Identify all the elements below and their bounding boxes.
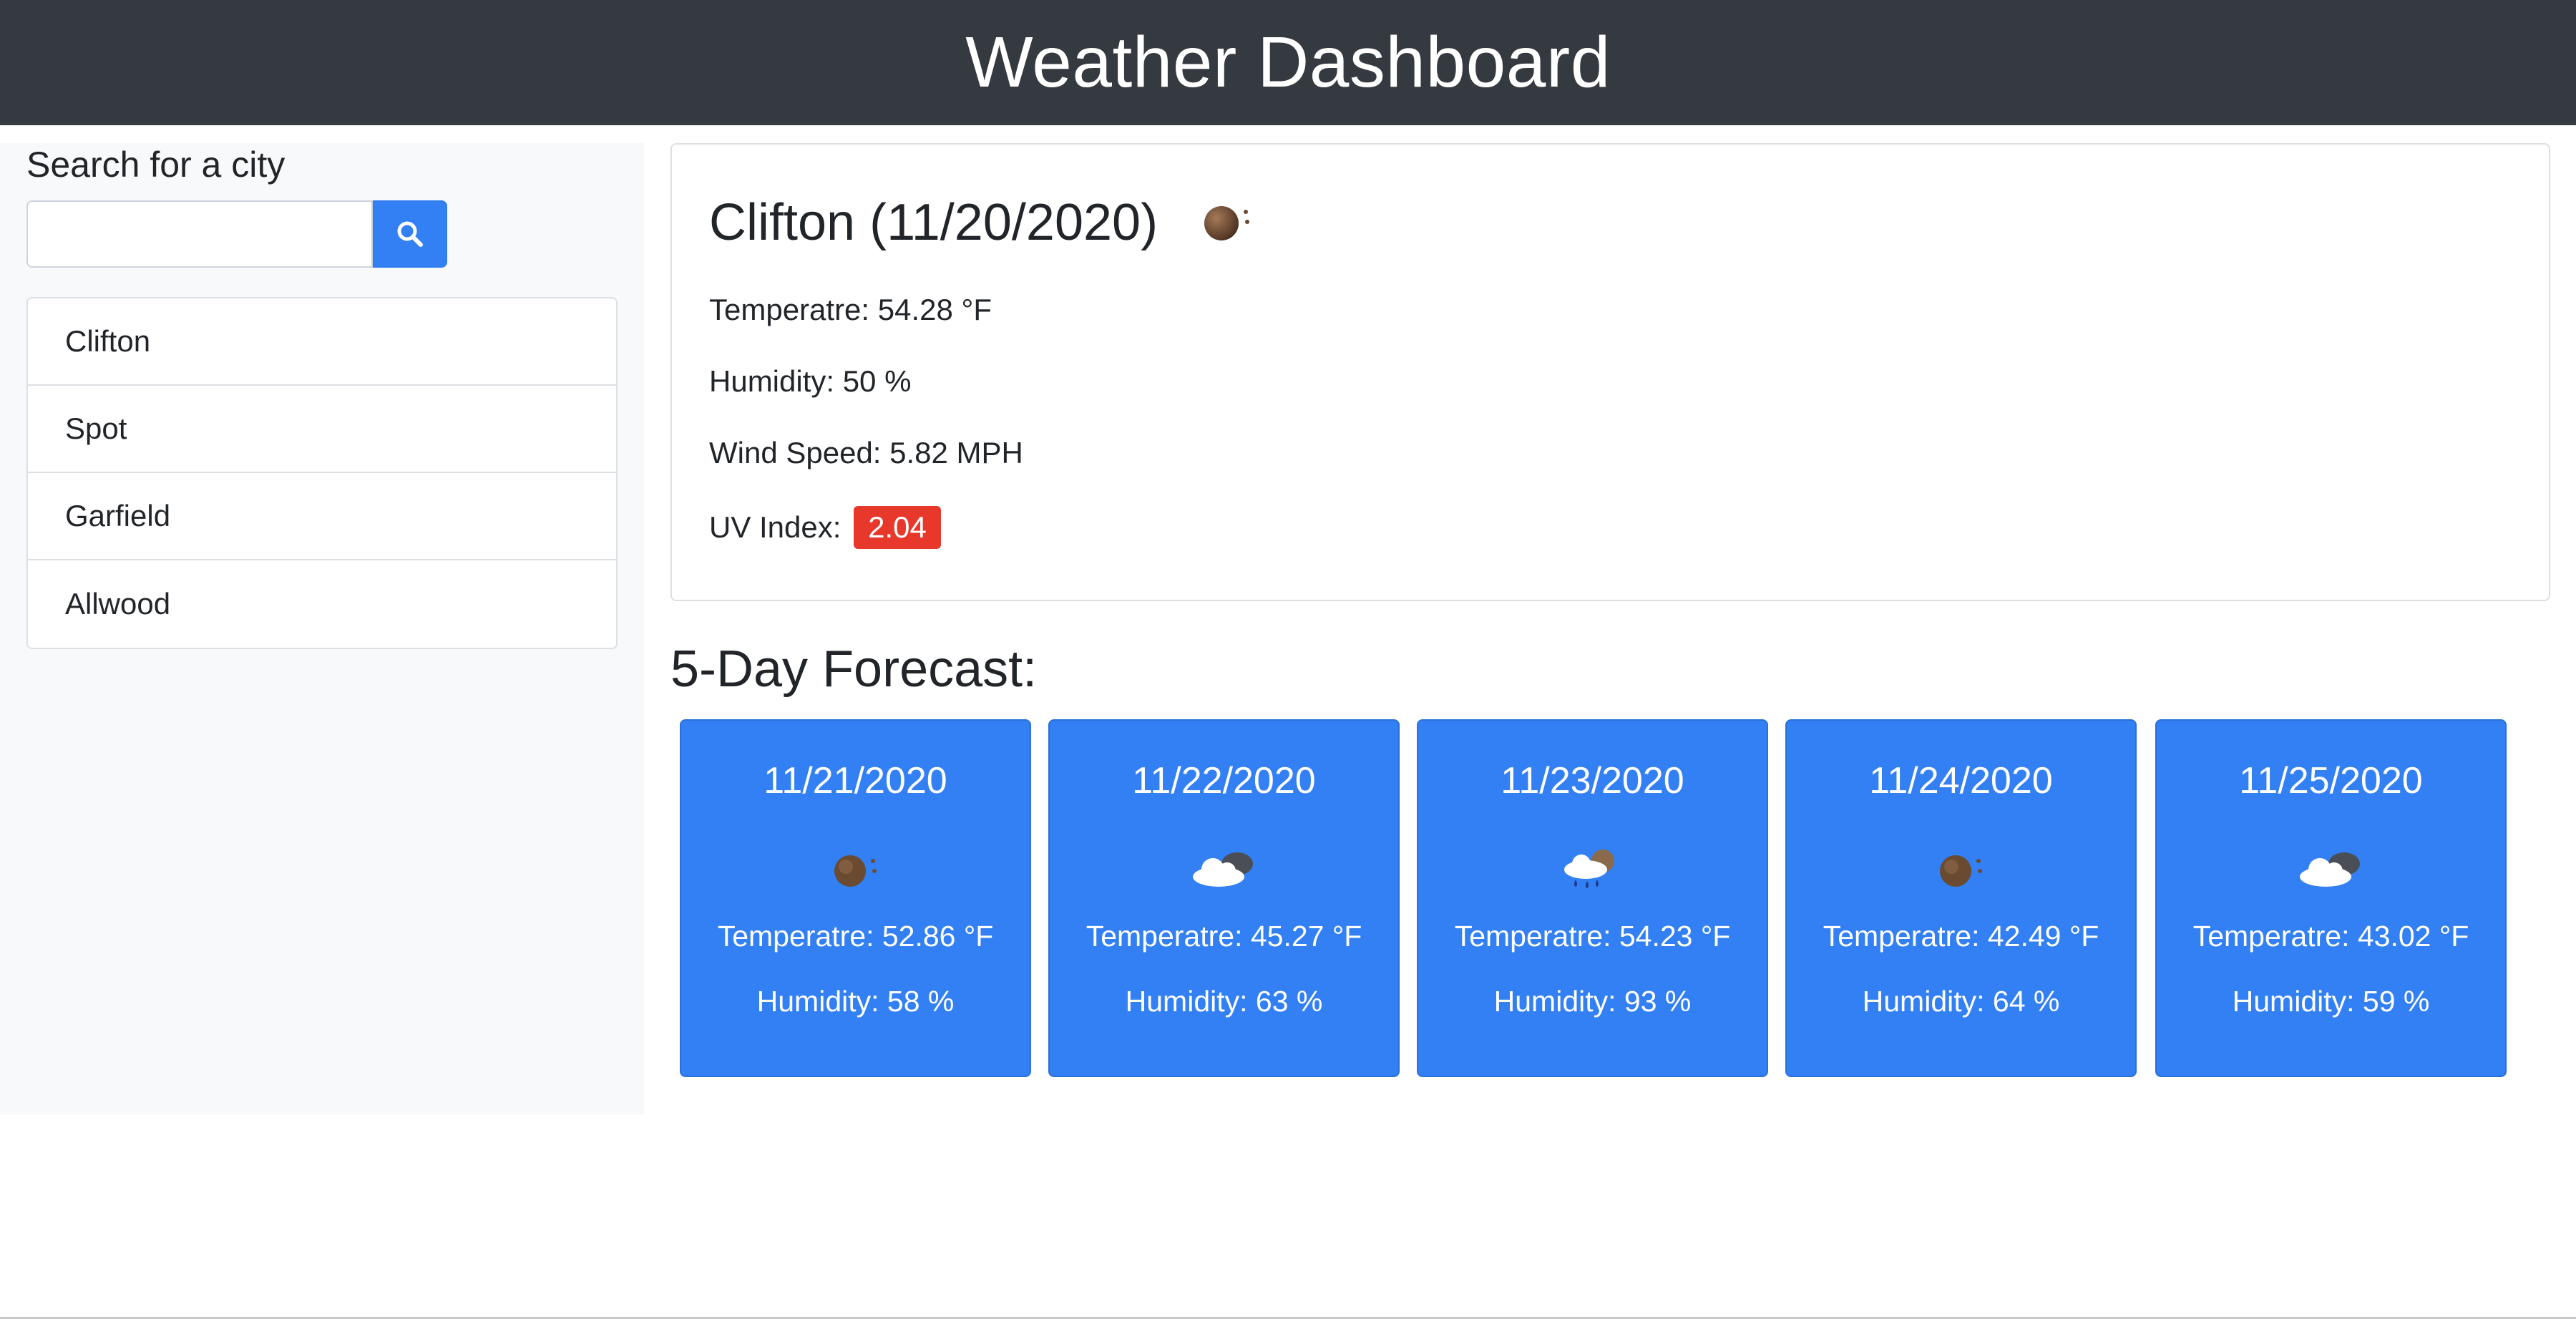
forecast-card: 11/22/2020 Temperatre: 45.27 °F Humidity… bbox=[1048, 719, 1400, 1077]
clear-night-icon bbox=[1204, 206, 1249, 240]
cloudy-night-icon bbox=[1192, 852, 1253, 887]
current-uv-row: UV Index: 2.04 bbox=[709, 506, 941, 549]
uv-label: UV Index: bbox=[709, 510, 841, 544]
forecast-temperature: Temperatre: 42.49 °F bbox=[1823, 920, 2099, 953]
history-item-spot[interactable]: Spot bbox=[28, 386, 616, 473]
search-history-list: Clifton Spot Garfield Allwood bbox=[26, 297, 618, 649]
forecast-card: 11/24/2020 Temperatre: 42.49 °F Humidity… bbox=[1785, 719, 2137, 1077]
forecast-date: 11/25/2020 bbox=[2239, 760, 2423, 802]
forecast-card: 11/21/2020 Temperatre: 52.86 °F Humidity… bbox=[680, 719, 1031, 1077]
forecast-date: 11/21/2020 bbox=[763, 760, 947, 802]
forecast-card: 11/25/2020 Temperatre: 43.02 °F Humidity… bbox=[2155, 719, 2507, 1077]
current-wind-speed: Wind Speed: 5.82 MPH bbox=[709, 436, 1023, 469]
clear-night-icon bbox=[1939, 855, 1982, 887]
forecast-temperature: Temperatre: 43.02 °F bbox=[2192, 920, 2469, 953]
current-humidity: Humidity: 50 % bbox=[709, 364, 912, 398]
current-temperature: Temperatre: 54.28 °F bbox=[709, 293, 992, 326]
history-item-allwood[interactable]: Allwood bbox=[28, 560, 616, 648]
forecast-humidity: Humidity: 58 % bbox=[756, 985, 955, 1018]
search-icon bbox=[397, 221, 423, 247]
forecast-humidity: Humidity: 64 % bbox=[1862, 985, 2060, 1018]
clear-night-icon bbox=[834, 855, 877, 887]
history-item-clifton[interactable]: Clifton bbox=[28, 298, 616, 386]
app-header: Weather Dashboard bbox=[0, 0, 2576, 125]
forecast-heading: 5-Day Forecast: bbox=[670, 641, 1038, 698]
forecast-humidity: Humidity: 63 % bbox=[1125, 985, 1323, 1018]
rain-night-icon bbox=[1563, 850, 1614, 888]
current-city-title: Clifton (11/20/2020) bbox=[709, 194, 1158, 251]
search-heading: Search for a city bbox=[26, 145, 286, 185]
page-title: Weather Dashboard bbox=[965, 22, 1611, 102]
uv-index-badge: 2.04 bbox=[854, 506, 941, 549]
forecast-humidity: Humidity: 93 % bbox=[1493, 985, 1692, 1018]
forecast-date: 11/23/2020 bbox=[1501, 760, 1684, 802]
forecast-card: 11/23/2020 Temperatre: 54.23 °F Humidity… bbox=[1417, 719, 1768, 1077]
cloudy-night-icon bbox=[2299, 852, 2360, 887]
forecast-humidity: Humidity: 59 % bbox=[2232, 985, 2430, 1018]
forecast-temperature: Temperatre: 54.23 °F bbox=[1454, 920, 1731, 953]
forecast-temperature: Temperatre: 52.86 °F bbox=[717, 920, 994, 953]
forecast-date: 11/24/2020 bbox=[1869, 760, 2053, 802]
current-weather-card: Clifton (11/20/2020) Temperatre: 54.28 °… bbox=[670, 143, 2550, 601]
city-search-input[interactable] bbox=[26, 200, 373, 268]
search-button[interactable] bbox=[373, 200, 447, 268]
history-item-garfield[interactable]: Garfield bbox=[28, 473, 616, 560]
forecast-temperature: Temperatre: 45.27 °F bbox=[1085, 920, 1362, 953]
forecast-date: 11/22/2020 bbox=[1132, 760, 1316, 802]
